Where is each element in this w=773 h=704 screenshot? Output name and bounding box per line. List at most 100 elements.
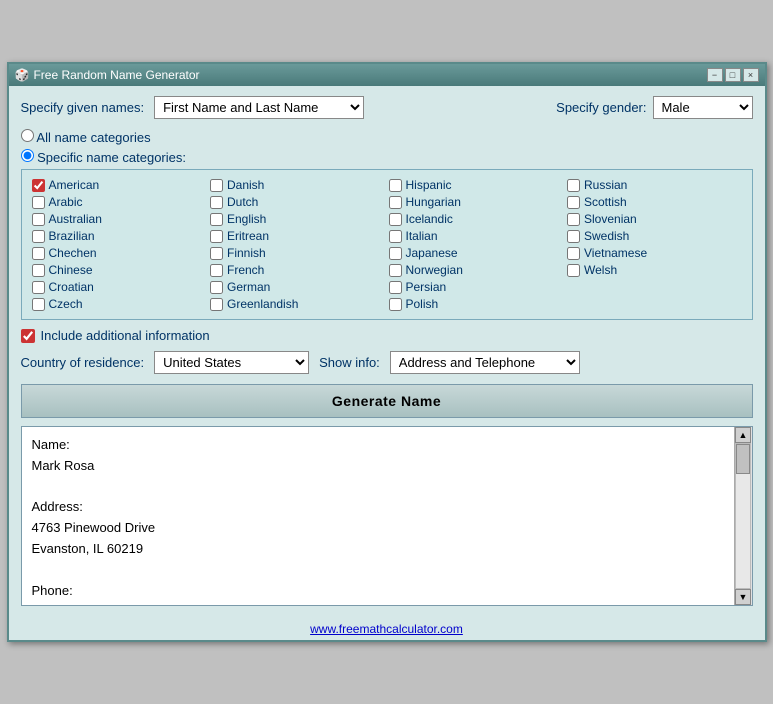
checkbox-greenlandish: Greenlandish xyxy=(210,297,385,311)
showinfo-select[interactable]: Address and Telephone Address Only Telep… xyxy=(390,351,580,374)
arabic-checkbox[interactable] xyxy=(32,196,45,209)
titlebar: 🎲 Free Random Name Generator − □ × xyxy=(9,64,765,86)
checkbox-german: German xyxy=(210,280,385,294)
hungarian-label: Hungarian xyxy=(406,195,461,209)
specific-categories-radio[interactable] xyxy=(21,149,34,162)
dutch-checkbox[interactable] xyxy=(210,196,223,209)
country-select[interactable]: United States United Kingdom Canada Aust… xyxy=(154,351,309,374)
eritrean-label: Eritrean xyxy=(227,229,269,243)
czech-checkbox[interactable] xyxy=(32,298,45,311)
brazilian-checkbox[interactable] xyxy=(32,230,45,243)
country-label: Country of residence: xyxy=(21,355,145,370)
scroll-up-button[interactable]: ▲ xyxy=(735,427,751,443)
persian-checkbox[interactable] xyxy=(389,281,402,294)
checkbox-norwegian: Norwegian xyxy=(389,263,564,277)
all-categories-radio[interactable] xyxy=(21,129,34,142)
checkbox-danish: Danish xyxy=(210,178,385,192)
checkbox-hispanic: Hispanic xyxy=(389,178,564,192)
checkbox-croatian: Croatian xyxy=(32,280,207,294)
norwegian-checkbox[interactable] xyxy=(389,264,402,277)
specific-categories-label: Specific name categories: xyxy=(37,150,186,165)
italian-checkbox[interactable] xyxy=(389,230,402,243)
checkbox-icelandic: Icelandic xyxy=(389,212,564,226)
swedish-checkbox[interactable] xyxy=(567,230,580,243)
footer-link[interactable]: www.freemathcalculator.com xyxy=(310,622,463,636)
vietnamese-checkbox[interactable] xyxy=(567,247,580,260)
australian-checkbox[interactable] xyxy=(32,213,45,226)
chechen-checkbox[interactable] xyxy=(32,247,45,260)
checkbox-persian: Persian xyxy=(389,280,564,294)
german-label: German xyxy=(227,280,270,294)
generate-button[interactable]: Generate Name xyxy=(21,384,753,418)
minimize-button[interactable]: − xyxy=(707,68,723,82)
danish-checkbox[interactable] xyxy=(210,179,223,192)
slovenian-checkbox[interactable] xyxy=(567,213,580,226)
hispanic-checkbox[interactable] xyxy=(389,179,402,192)
greenlandish-checkbox[interactable] xyxy=(210,298,223,311)
output-area: Name: Mark Rosa Address: 4763 Pinewood D… xyxy=(21,426,753,606)
close-button[interactable]: × xyxy=(743,68,759,82)
top-row: Specify given names: First Name and Last… xyxy=(21,96,753,119)
checkbox-russian: Russian xyxy=(567,178,742,192)
brazilian-label: Brazilian xyxy=(49,229,95,243)
checkbox-chinese: Chinese xyxy=(32,263,207,277)
slovenian-label: Slovenian xyxy=(584,212,637,226)
american-checkbox[interactable] xyxy=(32,179,45,192)
all-categories-radio-row: All name categories xyxy=(21,129,753,145)
croatian-checkbox[interactable] xyxy=(32,281,45,294)
czech-label: Czech xyxy=(49,297,83,311)
checkbox-dutch: Dutch xyxy=(210,195,385,209)
checkbox-swedish: Swedish xyxy=(567,229,742,243)
russian-label: Russian xyxy=(584,178,627,192)
scroll-track xyxy=(735,443,751,589)
eritrean-checkbox[interactable] xyxy=(210,230,223,243)
finnish-checkbox[interactable] xyxy=(210,247,223,260)
japanese-checkbox[interactable] xyxy=(389,247,402,260)
residence-row: Country of residence: United States Unit… xyxy=(21,351,753,374)
russian-checkbox[interactable] xyxy=(567,179,580,192)
english-checkbox[interactable] xyxy=(210,213,223,226)
swedish-label: Swedish xyxy=(584,229,629,243)
restore-button[interactable]: □ xyxy=(725,68,741,82)
titlebar-controls: − □ × xyxy=(707,68,759,82)
welsh-checkbox[interactable] xyxy=(567,264,580,277)
titlebar-title: 🎲 Free Random Name Generator xyxy=(15,68,200,82)
scroll-thumb[interactable] xyxy=(736,444,750,474)
australian-label: Australian xyxy=(49,212,102,226)
gender-select[interactable]: Male Female Both xyxy=(653,96,753,119)
footer: www.freemathcalculator.com xyxy=(9,614,765,640)
chinese-label: Chinese xyxy=(49,263,93,277)
welsh-label: Welsh xyxy=(584,263,617,277)
given-names-label: Specify given names: xyxy=(21,100,145,115)
scroll-down-button[interactable]: ▼ xyxy=(735,589,751,605)
include-additional-checkbox[interactable] xyxy=(21,329,35,343)
scrollbar: ▲ ▼ xyxy=(734,427,752,605)
french-checkbox[interactable] xyxy=(210,264,223,277)
specific-categories-radio-row: Specific name categories: xyxy=(21,149,753,165)
categories-box: American Danish Hispanic Russian Ar xyxy=(21,169,753,320)
hungarian-checkbox[interactable] xyxy=(389,196,402,209)
french-label: French xyxy=(227,263,264,277)
checkbox-chechen: Chechen xyxy=(32,246,207,260)
checkbox-eritrean: Eritrean xyxy=(210,229,385,243)
given-names-select[interactable]: First Name and Last Name First Name Only… xyxy=(154,96,364,119)
include-additional-row: Include additional information xyxy=(21,328,753,343)
checkboxes-grid: American Danish Hispanic Russian Ar xyxy=(32,178,742,311)
chinese-checkbox[interactable] xyxy=(32,264,45,277)
checkbox-empty1 xyxy=(567,280,742,294)
english-label: English xyxy=(227,212,266,226)
checkbox-empty2 xyxy=(567,297,742,311)
icelandic-checkbox[interactable] xyxy=(389,213,402,226)
finnish-label: Finnish xyxy=(227,246,266,260)
greenlandish-label: Greenlandish xyxy=(227,297,298,311)
scottish-checkbox[interactable] xyxy=(567,196,580,209)
main-content: Specify given names: First Name and Last… xyxy=(9,86,765,614)
icelandic-label: Icelandic xyxy=(406,212,453,226)
checkbox-slovenian: Slovenian xyxy=(567,212,742,226)
norwegian-label: Norwegian xyxy=(406,263,463,277)
scottish-label: Scottish xyxy=(584,195,627,209)
german-checkbox[interactable] xyxy=(210,281,223,294)
checkbox-american: American xyxy=(32,178,207,192)
polish-checkbox[interactable] xyxy=(389,298,402,311)
gender-label: Specify gender: xyxy=(556,100,646,115)
